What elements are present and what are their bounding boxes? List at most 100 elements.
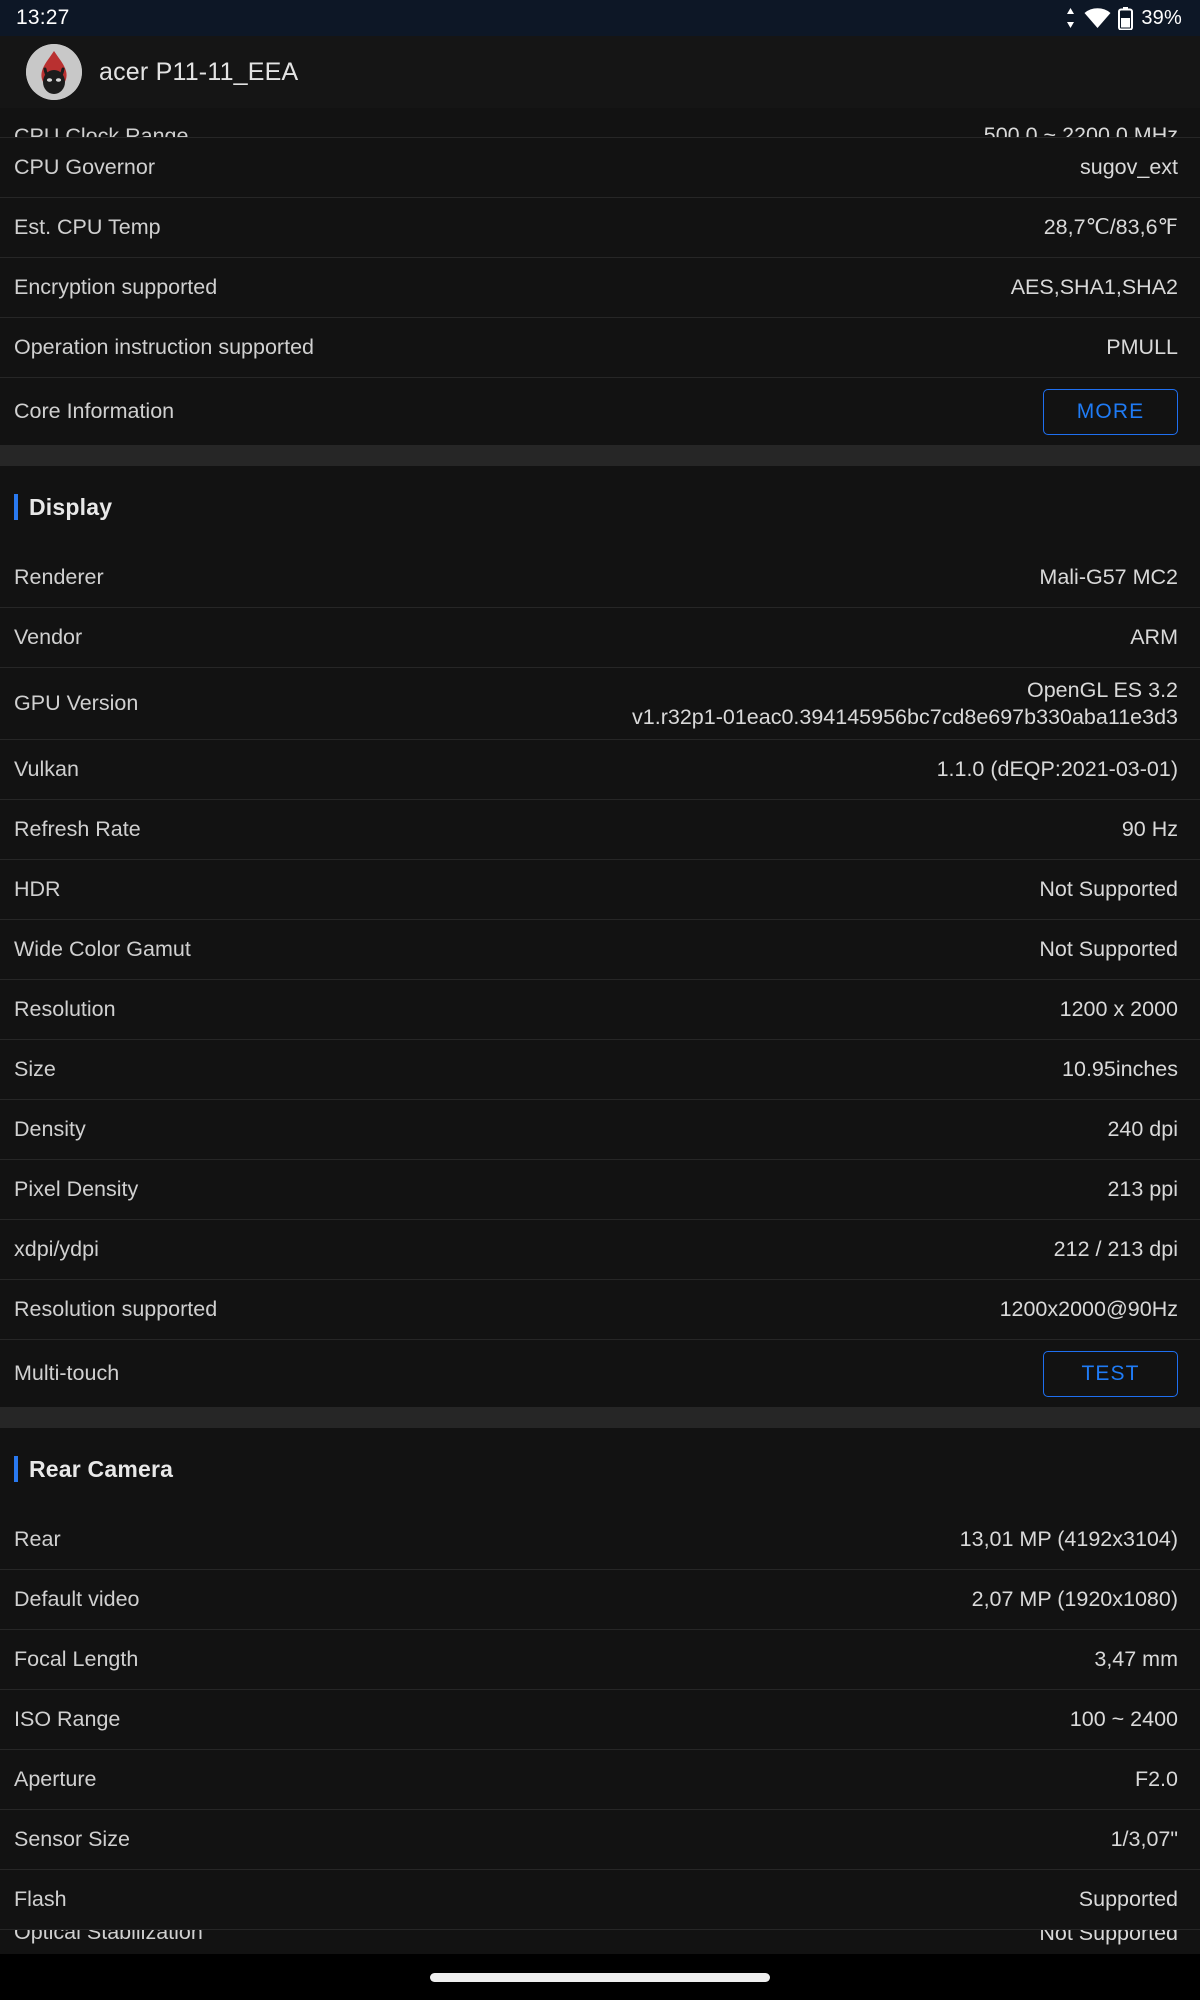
info-row-label: Core Information	[14, 399, 175, 423]
status-bar-clock: 13:27	[16, 6, 70, 29]
info-row-label: Aperture	[14, 1767, 97, 1791]
info-row: Default video 2,07 MP (1920x1080)	[0, 1570, 1200, 1630]
section-accent-bar	[14, 1456, 18, 1482]
info-row[interactable]: Multi-touch TEST	[0, 1340, 1200, 1408]
info-row-value: Mali-G57 MC2	[1039, 565, 1178, 590]
info-row-value: AES,SHA1,SHA2	[1010, 275, 1178, 300]
info-row-label: GPU Version	[14, 691, 139, 715]
info-row: Optical Stabilization Not Supported	[0, 1930, 1200, 1956]
info-row: Pixel Density 213 ppi	[0, 1160, 1200, 1220]
info-row-value: 500.0 ~ 2200.0 MHz	[983, 123, 1178, 138]
device-name-label: acer P11-11_EEA	[99, 57, 299, 86]
info-row-value: Supported	[1078, 1887, 1178, 1912]
device-screen: 13:27 39% acer P11-11_EEA CPU Clock Rang…	[0, 0, 1200, 2000]
info-row-value: 212 / 213 dpi	[1053, 1237, 1178, 1262]
info-row-label: Operation instruction supported	[14, 335, 314, 359]
section-header-display: Display	[0, 466, 1200, 548]
section-title: Rear Camera	[29, 1455, 174, 1482]
navigation-bar	[0, 1954, 1200, 2000]
info-row-value: 1200 x 2000	[1059, 997, 1178, 1022]
more-button[interactable]: MORE	[1043, 388, 1178, 435]
status-bar: 13:27 39%	[0, 0, 1200, 36]
info-row-label: Optical Stabilization	[14, 1930, 203, 1944]
info-row-label: Default video	[14, 1587, 140, 1611]
info-row-label: CPU Clock Range	[14, 124, 189, 138]
info-row-value: PMULL	[1106, 335, 1178, 360]
info-row: Refresh Rate 90 Hz	[0, 800, 1200, 860]
info-row: HDR Not Supported	[0, 860, 1200, 920]
info-row-value: ARM	[1130, 625, 1178, 650]
home-gesture-handle[interactable]	[430, 1972, 770, 1982]
info-row-label: Rear	[14, 1527, 61, 1551]
info-list[interactable]: CPU Clock Range 500.0 ~ 2200.0 MHz CPU Gov…	[0, 108, 1200, 1956]
info-row: Vendor ARM	[0, 608, 1200, 668]
info-row-value: 1/3,07"	[1110, 1827, 1178, 1852]
info-row-label: Density	[14, 1117, 86, 1141]
info-row: Density 240 dpi	[0, 1100, 1200, 1160]
battery-icon	[1118, 6, 1134, 30]
info-row-value: Not Supported	[1039, 877, 1178, 902]
info-row-label: xdpi/ydpi	[14, 1237, 99, 1261]
info-row-label: CPU Governor	[14, 155, 155, 179]
info-row-label: Vendor	[14, 625, 83, 649]
info-row-value: 3,47 mm	[1094, 1647, 1178, 1672]
info-row-label: Flash	[14, 1887, 67, 1911]
info-row: ISO Range 100 ~ 2400	[0, 1690, 1200, 1750]
info-row-value: 90 Hz	[1121, 817, 1178, 842]
app-bar: acer P11-11_EEA	[0, 36, 1200, 108]
info-row-label: Resolution	[14, 997, 116, 1021]
info-row-value: 10.95inches	[1062, 1057, 1178, 1082]
info-row-value: 100 ~ 2400	[1069, 1707, 1178, 1732]
info-row-value: 1200x2000@90Hz	[999, 1297, 1178, 1322]
section-separator	[0, 1408, 1200, 1428]
info-row: Encryption supported AES,SHA1,SHA2	[0, 258, 1200, 318]
info-row: Aperture F2.0	[0, 1750, 1200, 1810]
wifi-icon	[1084, 7, 1111, 29]
info-row: Size 10.95inches	[0, 1040, 1200, 1100]
info-row-label: Pixel Density	[14, 1177, 139, 1201]
info-row-label: Focal Length	[14, 1647, 139, 1671]
info-row-label: Est. CPU Temp	[14, 215, 161, 239]
info-row-label: HDR	[14, 877, 61, 901]
section-separator	[0, 446, 1200, 466]
info-row-value: 240 dpi	[1107, 1117, 1178, 1142]
info-row-value: 213 ppi	[1107, 1177, 1178, 1202]
info-row-value: sugov_ext	[1079, 155, 1178, 180]
info-row-label: ISO Range	[14, 1707, 121, 1731]
info-row: Resolution 1200 x 2000	[0, 980, 1200, 1040]
info-row: Flash Supported	[0, 1870, 1200, 1930]
info-row-label: Renderer	[14, 565, 104, 589]
section-title: Display	[29, 493, 113, 520]
info-row-value: 2,07 MP (1920x1080)	[971, 1587, 1178, 1612]
section-header-rear-camera: Rear Camera	[0, 1428, 1200, 1510]
status-bar-icons: 39%	[1064, 6, 1182, 30]
info-row-label: Encryption supported	[14, 275, 218, 299]
devcheck-logo-icon	[26, 44, 82, 100]
info-row: Sensor Size 1/3,07"	[0, 1810, 1200, 1870]
info-row: Focal Length 3,47 mm	[0, 1630, 1200, 1690]
test-button[interactable]: TEST	[1043, 1350, 1178, 1397]
section-accent-bar	[14, 494, 18, 520]
info-row-label: Refresh Rate	[14, 817, 141, 841]
info-row-value: 13,01 MP (4192x3104)	[959, 1527, 1178, 1552]
info-row: xdpi/ydpi 212 / 213 dpi	[0, 1220, 1200, 1280]
info-row-value: 28,7℃/83,6℉	[1043, 215, 1178, 240]
info-row-value: Not Supported	[1039, 937, 1178, 962]
info-row-value: Not Supported	[1039, 1930, 1178, 1945]
info-row-value: F2.0	[1134, 1767, 1178, 1792]
info-row: CPU Governor sugov_ext	[0, 138, 1200, 198]
info-row-value: OpenGL ES 3.2 v1.r32p1-01eac0.394145956b…	[632, 677, 1178, 729]
info-row: CPU Clock Range 500.0 ~ 2200.0 MHz	[0, 108, 1200, 138]
info-row-label: Resolution supported	[14, 1297, 218, 1321]
info-row: GPU Version OpenGL ES 3.2 v1.r32p1-01eac0…	[0, 668, 1200, 740]
info-row-label: Vulkan	[14, 757, 79, 781]
info-row: Resolution supported 1200x2000@90Hz	[0, 1280, 1200, 1340]
info-row: Wide Color Gamut Not Supported	[0, 920, 1200, 980]
data-transfer-icon	[1064, 7, 1077, 29]
info-row: Operation instruction supported PMULL	[0, 318, 1200, 378]
info-row: Renderer Mali-G57 MC2	[0, 548, 1200, 608]
info-row: Est. CPU Temp 28,7℃/83,6℉	[0, 198, 1200, 258]
info-row[interactable]: Core Information MORE	[0, 378, 1200, 446]
info-row-label: Size	[14, 1057, 56, 1081]
battery-percent-label: 39%	[1141, 6, 1182, 29]
